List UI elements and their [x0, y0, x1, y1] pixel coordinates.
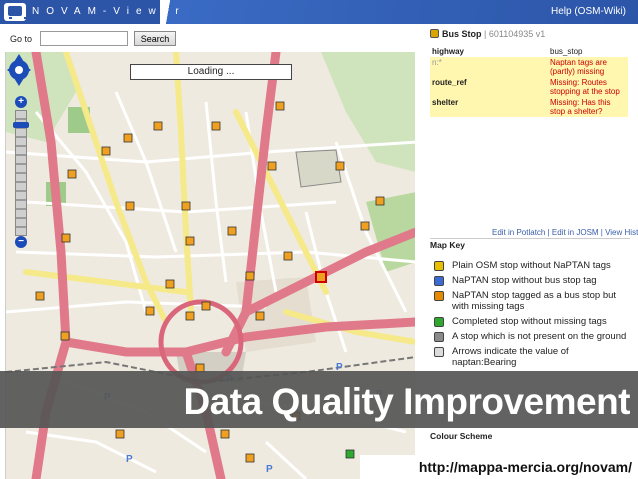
- tags-table: highway bus_stop n:* Naptan tags are (partl…: [430, 46, 628, 117]
- map-key-item: Completed stop without missing tags: [432, 316, 632, 327]
- tag-value: bus_stop: [550, 47, 583, 56]
- map-key-item: NaPTAN stop without bus stop tag: [432, 275, 632, 286]
- map-key-item: A stop which is not present on the groun…: [432, 331, 632, 342]
- goto-bar: Go to Search: [0, 28, 420, 50]
- app-header: NOVAM-Viewer Help (OSM-Wiki): [0, 0, 638, 24]
- tag-row: highway bus_stop: [430, 46, 628, 57]
- search-button[interactable]: Search: [134, 31, 176, 46]
- map-key-item: NaPTAN stop tagged as a bus stop but wit…: [432, 290, 632, 312]
- grey-stop-icon: [434, 332, 444, 342]
- stop-id: | 601104935 v1: [484, 29, 546, 39]
- map-key-item: Plain OSM stop without NaPTAN tags: [432, 260, 632, 271]
- tag-value: Naptan tags are (partly) missing: [548, 57, 628, 77]
- zoom-out-button[interactable]: −: [15, 236, 27, 248]
- tag-value: Missing: Routes stopping at the stop: [548, 77, 628, 97]
- stop-title: Bus Stop: [442, 29, 482, 39]
- map-key-label: NaPTAN stop tagged as a bus stop but wit…: [452, 290, 617, 312]
- zoom-slider-handle[interactable]: [13, 122, 29, 128]
- url-text: http://mappa-mercia.org/novam/: [418, 459, 632, 475]
- map-key-title: Map Key: [430, 240, 465, 250]
- map-key-label: Completed stop without missing tags: [452, 316, 607, 327]
- svg-text:P: P: [266, 464, 273, 475]
- banner-title: Data Quality Improvement: [183, 381, 630, 422]
- loading-indicator: Loading ...: [130, 64, 292, 80]
- bus-stop-icon: [430, 29, 439, 38]
- map-key-label: Plain OSM stop without NaPTAN tags: [452, 260, 611, 271]
- bus-logo-icon: [4, 3, 27, 21]
- arrow-stop-icon: [434, 347, 444, 357]
- zoom-slider-track[interactable]: [15, 110, 27, 236]
- yellow-stop-icon: [434, 261, 444, 271]
- map-key-label: A stop which is not present on the groun…: [452, 331, 627, 342]
- title-banner: Data Quality Improvement: [0, 371, 638, 428]
- tag-key: shelter: [430, 97, 548, 117]
- divider: [430, 238, 630, 239]
- orange-stop-icon: [434, 291, 444, 301]
- zoom-in-button[interactable]: +: [15, 96, 27, 108]
- tag-value: Missing: Has this stop a shelter?: [548, 97, 628, 117]
- map-key-list: Plain OSM stop without NaPTAN tags NaPTAN…: [432, 260, 632, 372]
- map-key-label: NaPTAN stop without bus stop tag: [452, 275, 597, 286]
- building-block: [295, 149, 342, 188]
- goto-input[interactable]: [40, 31, 128, 46]
- help-link[interactable]: Help (OSM-Wiki): [551, 6, 626, 17]
- pan-control-icon[interactable]: [6, 52, 32, 88]
- svg-text:P: P: [126, 454, 133, 465]
- tag-row: shelter Missing: Has this stop a shelter?: [430, 97, 628, 117]
- map-key-label: Arrows indicate the value of naptan:Bear…: [452, 346, 569, 368]
- tag-key: highway: [432, 47, 465, 56]
- stop-header: Bus Stop | 601104935 v1: [430, 29, 545, 39]
- edit-links[interactable]: Edit in Potlatch | Edit in JOSM | View H…: [492, 228, 638, 237]
- tag-key: n:*: [430, 57, 548, 77]
- map-key-item: Arrows indicate the value of naptan:Bear…: [432, 346, 632, 368]
- url-caption: http://mappa-mercia.org/novam/: [360, 455, 638, 479]
- tag-row: route_ref Missing: Routes stopping at the…: [430, 77, 628, 97]
- goto-label: Go to: [10, 34, 33, 44]
- tag-row: n:* Naptan tags are (partly) missing: [430, 57, 628, 77]
- green-stop-icon: [434, 317, 444, 327]
- blue-stop-icon: [434, 276, 444, 286]
- app-title: NOVAM-Viewer: [32, 6, 186, 17]
- tag-key: route_ref: [430, 77, 548, 97]
- colour-scheme-title: Colour Scheme: [430, 431, 493, 441]
